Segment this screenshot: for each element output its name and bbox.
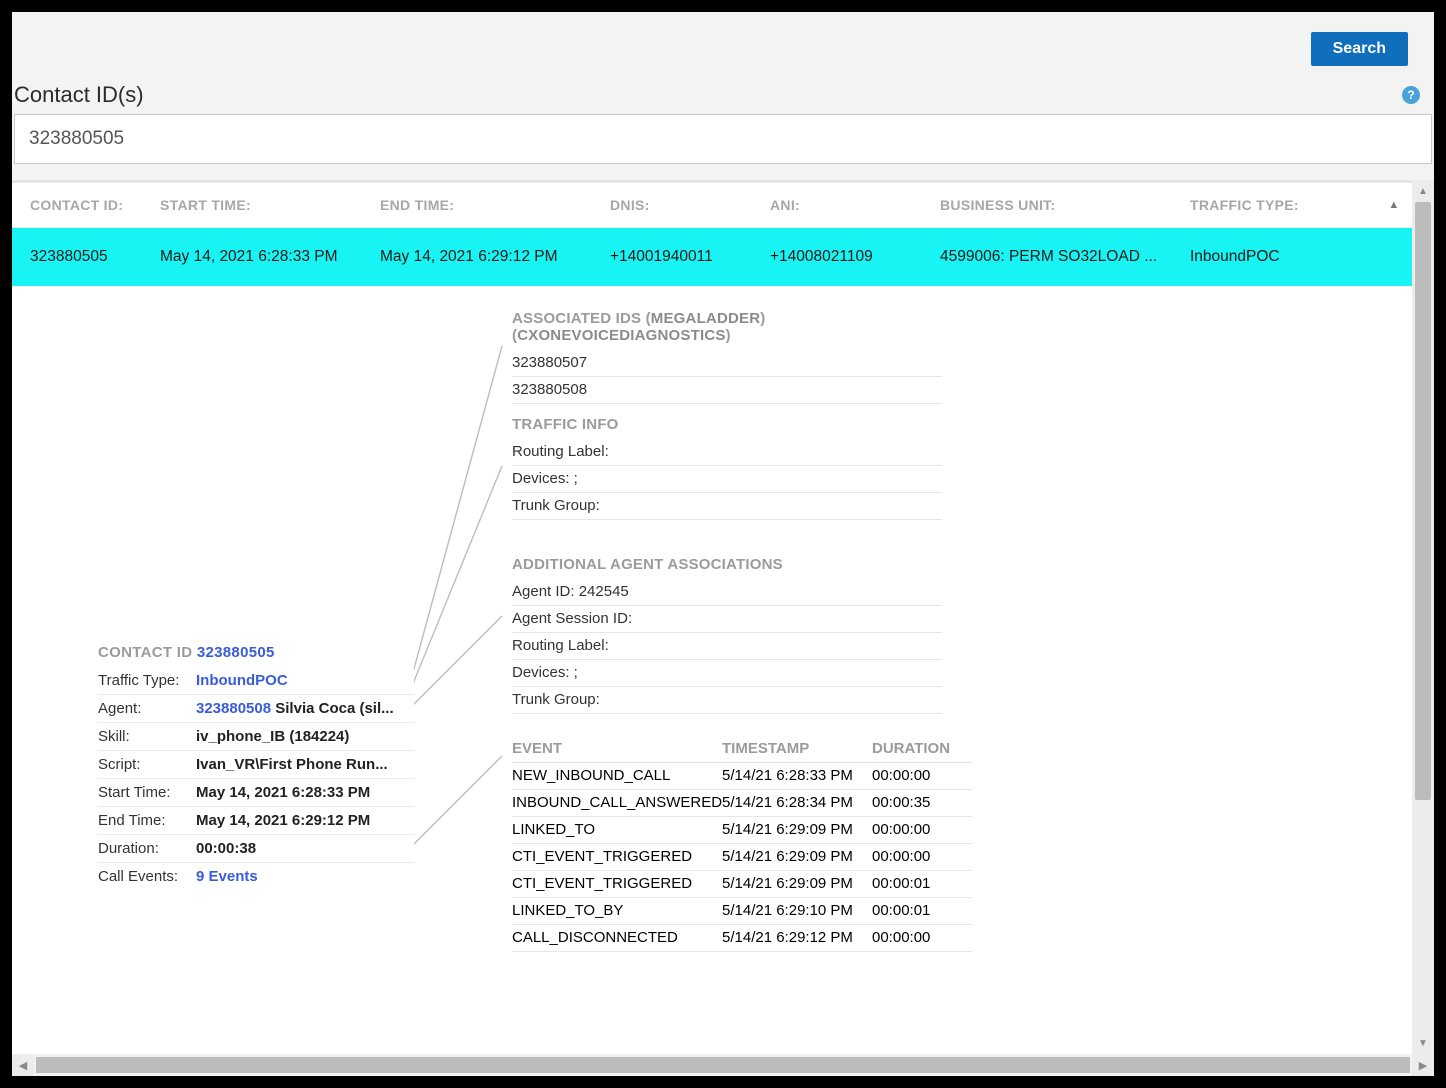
event-row: INBOUND_CALL_ANSWERED5/14/21 6:28:34 PM0… bbox=[512, 790, 972, 817]
associated-ids-panel: ASSOCIATED IDS (MEGALADDER) (CXONEVOICED… bbox=[512, 310, 942, 404]
event-name: LINKED_TO_BY bbox=[512, 902, 722, 919]
col-bu-header[interactable]: BUSINESS UNIT: bbox=[940, 197, 1190, 213]
agent-devices: Devices: ; bbox=[512, 660, 942, 687]
event-row: CTI_EVENT_TRIGGERED5/14/21 6:29:09 PM00:… bbox=[512, 871, 972, 898]
search-button[interactable]: Search bbox=[1311, 32, 1408, 66]
traffic-routing: Routing Label: bbox=[512, 439, 942, 466]
contact-card: CONTACT ID 323880505 Traffic Type:Inboun… bbox=[98, 644, 414, 890]
event-name: NEW_INBOUND_CALL bbox=[512, 767, 722, 784]
vscroll-thumb[interactable] bbox=[1415, 202, 1431, 800]
cell-tt: InboundPOC bbox=[1190, 248, 1320, 266]
traffic-info-title: TRAFFIC INFO bbox=[512, 416, 942, 439]
assoc-id[interactable]: 323880507 bbox=[512, 350, 942, 377]
agent-trunk: Trunk Group: bbox=[512, 687, 942, 714]
event-row: CALL_DISCONNECTED5/14/21 6:29:12 PM00:00… bbox=[512, 925, 972, 952]
event-row: LINKED_TO_BY5/14/21 6:29:10 PM00:00:01 bbox=[512, 898, 972, 925]
events-header: EVENT TIMESTAMP DURATION bbox=[512, 736, 972, 763]
results-row[interactable]: 323880505 May 14, 2021 6:28:33 PM May 14… bbox=[12, 228, 1412, 286]
detail-area: CONTACT ID 323880505 Traffic Type:Inboun… bbox=[12, 286, 1412, 1046]
event-timestamp: 5/14/21 6:28:34 PM bbox=[722, 794, 872, 811]
event-duration: 00:00:01 bbox=[872, 875, 962, 892]
cell-bu: 4599006: PERM SO32LOAD ... bbox=[940, 248, 1190, 266]
event-timestamp: 5/14/21 6:29:09 PM bbox=[722, 848, 872, 865]
col-start-header[interactable]: START TIME: bbox=[160, 197, 380, 213]
vertical-scrollbar[interactable]: ▲ ▼ bbox=[1412, 180, 1434, 1054]
cell-ani: +14008021109 bbox=[770, 248, 940, 266]
card-call-events-link[interactable]: 9 Events bbox=[196, 868, 414, 885]
event-row: LINKED_TO5/14/21 6:29:09 PM00:00:00 bbox=[512, 817, 972, 844]
associated-ids-title: ASSOCIATED IDS (MEGALADDER) (CXONEVOICED… bbox=[512, 310, 942, 350]
agent-id: Agent ID: 242545 bbox=[512, 579, 942, 606]
event-duration: 00:00:35 bbox=[872, 794, 962, 811]
scroll-down-arrow-icon[interactable]: ▼ bbox=[1412, 1032, 1434, 1054]
agent-assoc-panel: ADDITIONAL AGENT ASSOCIATIONS Agent ID: … bbox=[512, 556, 942, 714]
event-timestamp: 5/14/21 6:29:12 PM bbox=[722, 929, 872, 946]
contact-id-input[interactable] bbox=[14, 114, 1432, 164]
event-name: INBOUND_CALL_ANSWERED bbox=[512, 794, 722, 811]
event-name: CTI_EVENT_TRIGGERED bbox=[512, 848, 722, 865]
col-ani-header[interactable]: ANI: bbox=[770, 197, 940, 213]
agent-routing: Routing Label: bbox=[512, 633, 942, 660]
vscroll-track[interactable] bbox=[1412, 202, 1434, 1032]
card-traffic-type[interactable]: InboundPOC bbox=[196, 672, 414, 689]
contact-id-label: Contact ID(s) bbox=[14, 82, 144, 108]
event-duration: 00:00:00 bbox=[872, 821, 962, 838]
col-contact-header[interactable]: CONTACT ID: bbox=[30, 197, 160, 213]
events-panel: EVENT TIMESTAMP DURATION NEW_INBOUND_CAL… bbox=[512, 736, 972, 952]
card-start: May 14, 2021 6:28:33 PM bbox=[196, 784, 414, 801]
event-timestamp: 5/14/21 6:29:10 PM bbox=[722, 902, 872, 919]
event-timestamp: 5/14/21 6:29:09 PM bbox=[722, 821, 872, 838]
agent-assoc-title: ADDITIONAL AGENT ASSOCIATIONS bbox=[512, 556, 942, 579]
event-name: CALL_DISCONNECTED bbox=[512, 929, 722, 946]
help-icon[interactable]: ? bbox=[1402, 86, 1420, 104]
event-duration: 00:00:00 bbox=[872, 929, 962, 946]
scroll-right-arrow-icon[interactable]: ▶ bbox=[1412, 1054, 1434, 1076]
cell-dnis: +14001940011 bbox=[610, 248, 770, 266]
contact-card-title: CONTACT ID 323880505 bbox=[98, 644, 414, 667]
event-timestamp: 5/14/21 6:29:09 PM bbox=[722, 875, 872, 892]
assoc-id[interactable]: 323880508 bbox=[512, 377, 942, 404]
traffic-devices: Devices: ; bbox=[512, 466, 942, 493]
results-header: CONTACT ID: START TIME: END TIME: DNIS: … bbox=[12, 180, 1412, 228]
contact-card-id[interactable]: 323880505 bbox=[197, 644, 275, 661]
cell-end: May 14, 2021 6:29:12 PM bbox=[380, 248, 610, 266]
card-skill: iv_phone_IB (184224) bbox=[196, 728, 414, 745]
event-name: CTI_EVENT_TRIGGERED bbox=[512, 875, 722, 892]
col-tt-header[interactable]: TRAFFIC TYPE: bbox=[1190, 197, 1320, 213]
scroll-up-arrow-icon[interactable]: ▲ bbox=[1412, 180, 1434, 202]
cell-start: May 14, 2021 6:28:33 PM bbox=[160, 248, 380, 266]
event-row: CTI_EVENT_TRIGGERED5/14/21 6:29:09 PM00:… bbox=[512, 844, 972, 871]
event-row: NEW_INBOUND_CALL5/14/21 6:28:33 PM00:00:… bbox=[512, 763, 972, 790]
event-duration: 00:00:00 bbox=[872, 767, 962, 784]
hscroll-track[interactable] bbox=[36, 1057, 1410, 1073]
card-duration: 00:00:38 bbox=[196, 840, 414, 857]
agent-session: Agent Session ID: bbox=[512, 606, 942, 633]
card-end: May 14, 2021 6:29:12 PM bbox=[196, 812, 414, 829]
card-script: Ivan_VR\First Phone Run... bbox=[196, 756, 414, 773]
traffic-trunk: Trunk Group: bbox=[512, 493, 942, 520]
card-agent[interactable]: 323880508 Silvia Coca (sil... bbox=[196, 700, 414, 717]
event-timestamp: 5/14/21 6:28:33 PM bbox=[722, 767, 872, 784]
event-name: LINKED_TO bbox=[512, 821, 722, 838]
horizontal-scrollbar[interactable]: ◀ ▶ bbox=[12, 1054, 1434, 1076]
event-duration: 00:00:01 bbox=[872, 902, 962, 919]
cell-contact: 323880505 bbox=[30, 248, 160, 266]
col-dnis-header[interactable]: DNIS: bbox=[610, 197, 770, 213]
scroll-left-arrow-icon[interactable]: ◀ bbox=[12, 1054, 34, 1076]
scroll-up-icon[interactable]: ▲ bbox=[1384, 199, 1404, 211]
event-duration: 00:00:00 bbox=[872, 848, 962, 865]
traffic-info-panel: TRAFFIC INFO Routing Label: Devices: ; T… bbox=[512, 416, 942, 520]
col-end-header[interactable]: END TIME: bbox=[380, 197, 610, 213]
